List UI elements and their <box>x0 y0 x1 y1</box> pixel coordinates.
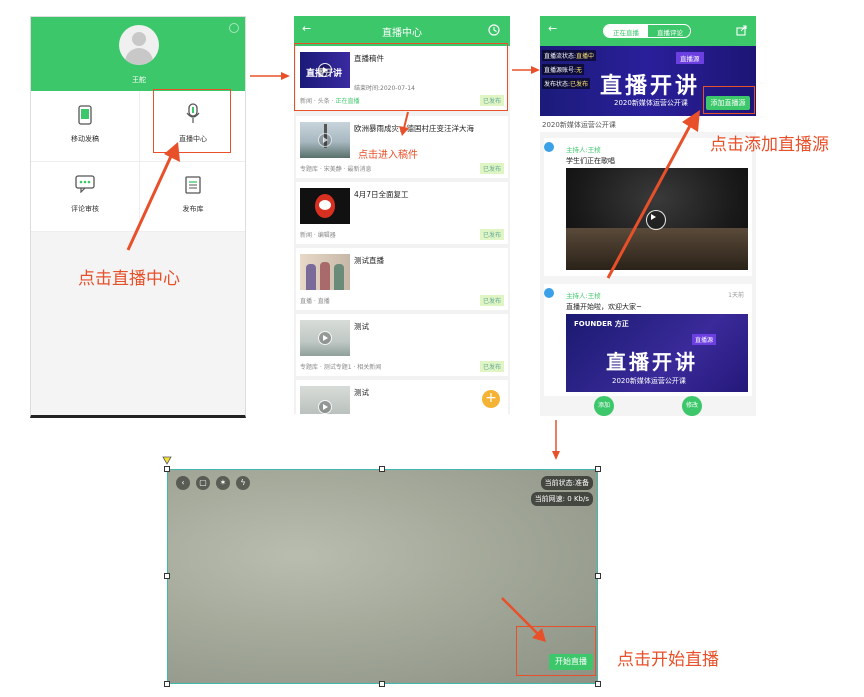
flow-arrow <box>512 66 540 74</box>
live-detail-topbar: ← 正在直播 直播评论 <box>540 16 756 46</box>
highlight-draft-item <box>294 43 508 111</box>
phone-icon <box>78 105 92 125</box>
camera-icon[interactable]: ▢ <box>196 476 210 490</box>
edit-button[interactable]: 修改 <box>682 396 702 416</box>
item-thumbnail <box>300 254 350 290</box>
list-item[interactable]: 测试直播 直播 · 直播 已发布 <box>296 248 508 310</box>
arrow-annotation <box>501 597 546 642</box>
back-icon[interactable]: ‹ <box>176 476 190 490</box>
list-item[interactable]: 测试 <box>296 380 508 414</box>
status-publish: 发布状态:已发布 <box>542 78 591 89</box>
item-thumbnail <box>300 188 350 224</box>
annotation-start-live: 点击开始直播 <box>617 650 719 670</box>
annotation-enter-draft: 点击进入稿件 <box>357 146 419 161</box>
play-icon <box>318 133 332 147</box>
highlight-add-source <box>703 86 755 114</box>
status-badge: 已发布 <box>479 163 504 174</box>
message-card: 主持人:王桢 1天前 直播开始啦，欢迎大家~ FOUNDER 方正 直播源 直播… <box>544 284 752 396</box>
live-tabs: 正在直播 直播评论 <box>603 24 691 38</box>
arrow-annotation <box>399 111 409 136</box>
tab-live[interactable]: 正在直播 <box>604 25 648 37</box>
status-badge: 已发布 <box>479 295 504 306</box>
annotation-click-live-center: 点击直播中心 <box>78 269 180 289</box>
add-fab-button[interactable]: + <box>482 390 500 408</box>
user-name: 王舵 <box>132 76 146 84</box>
host-avatar-icon <box>544 288 554 298</box>
item-thumbnail <box>300 386 350 414</box>
list-item[interactable]: 测试 专题库 · 测试专题1 · 相关新闻 已发布 <box>296 314 508 376</box>
current-status: 当前状态:准备 <box>540 476 593 490</box>
item-thumbnail <box>300 122 350 158</box>
item-thumbnail <box>300 320 350 356</box>
status-badge: 已发布 <box>479 361 504 372</box>
flash-icon[interactable]: ϟ <box>236 476 250 490</box>
page-title: 直播中心 <box>382 28 422 39</box>
settings-icon[interactable] <box>229 23 239 33</box>
avatar[interactable] <box>119 25 159 65</box>
tab-comments[interactable]: 直播评论 <box>648 27 690 37</box>
play-icon <box>318 331 332 345</box>
arrow-annotation <box>606 110 700 279</box>
history-clock-icon[interactable] <box>488 24 500 36</box>
beauty-icon[interactable]: ✶ <box>216 476 230 490</box>
host-avatar-icon <box>544 142 554 152</box>
status-stream: 直播流状态:直播中 <box>542 50 597 61</box>
list-item[interactable]: 4月7日全面复工 新闻 · 编辑器 已发布 <box>296 182 508 244</box>
network-speed: 当前网速: 0 Kb/s <box>530 492 593 506</box>
flow-arrow <box>552 420 560 460</box>
annotation-add-source: 点击添加直播源 <box>710 135 829 155</box>
rotate-handle-icon[interactable] <box>162 456 172 465</box>
arrow-annotation <box>126 142 180 251</box>
flow-arrow <box>250 72 290 80</box>
live-center-topbar: ← 直播中心 <box>294 16 510 46</box>
live-poster: FOUNDER 方正 直播源 直播开讲 2020新媒体运营公开课 <box>566 314 748 392</box>
add-button[interactable]: 添加 <box>594 396 614 416</box>
play-icon <box>318 400 332 414</box>
comment-icon <box>75 175 95 193</box>
status-account: 直播源账号:无 <box>542 64 585 75</box>
status-badge: 已发布 <box>479 229 504 240</box>
share-icon[interactable] <box>736 25 747 36</box>
back-arrow-icon[interactable]: ← <box>548 22 557 35</box>
